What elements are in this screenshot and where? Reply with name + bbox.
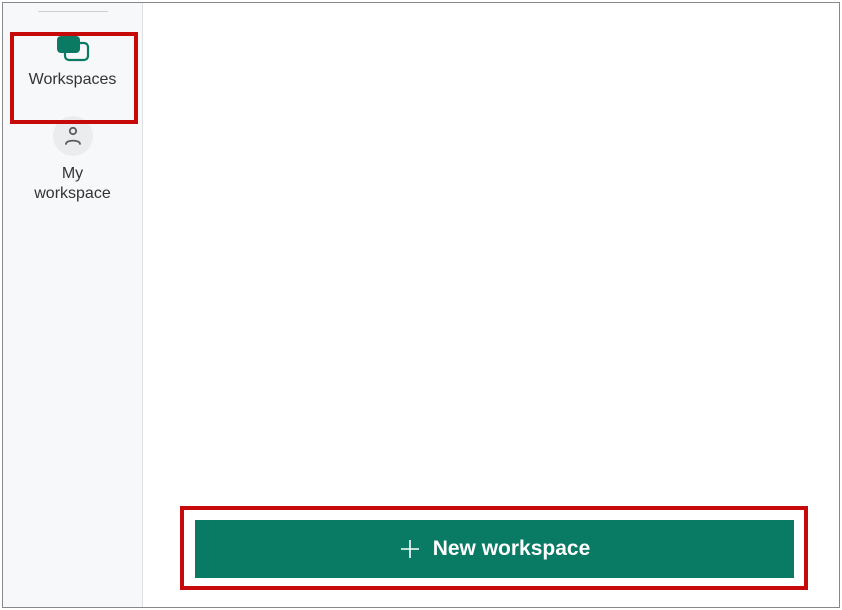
sidebar: Workspaces My workspace	[3, 3, 143, 607]
sidebar-item-my-workspace[interactable]: My workspace	[3, 104, 142, 218]
new-workspace-button[interactable]: New workspace	[195, 520, 794, 578]
workspaces-stack-icon	[55, 34, 91, 62]
sidebar-item-workspaces-label: Workspaces	[29, 70, 117, 90]
sidebar-divider	[38, 11, 108, 12]
person-circle-icon	[53, 116, 93, 156]
sidebar-item-workspaces[interactable]: Workspaces	[3, 22, 142, 104]
main-content	[143, 3, 839, 607]
plus-icon	[399, 538, 421, 560]
sidebar-item-my-workspace-label: My workspace	[34, 164, 110, 204]
new-workspace-button-label: New workspace	[433, 537, 591, 561]
